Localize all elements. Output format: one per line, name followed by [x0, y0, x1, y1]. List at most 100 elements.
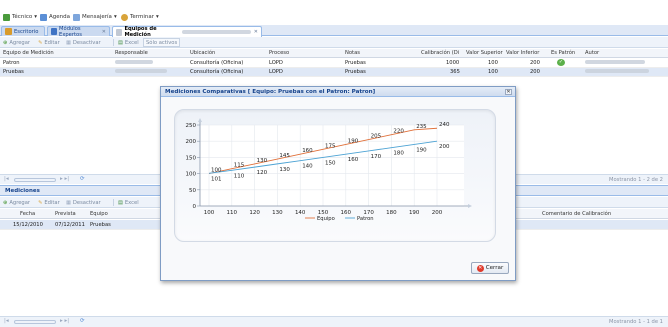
menu-agenda-label: Agenda	[49, 14, 70, 20]
data-label: 120	[257, 170, 268, 176]
edit-button[interactable]: ✎ Editar	[38, 38, 60, 47]
x-tick-label: 100	[204, 210, 215, 216]
column-header[interactable]: Responsable	[115, 50, 148, 56]
page-slider[interactable]	[14, 178, 56, 182]
grid-toolbar: ⊕ Agregar ✎ Editar ▦ Desactivar ▤ Excel …	[0, 37, 668, 48]
tab-equipos-medicion[interactable]: Equipos de Medición ✕	[112, 26, 262, 38]
menu-tecnico[interactable]: Técnico ▾	[3, 12, 37, 22]
cell-inferior: 200	[530, 60, 540, 66]
deactivate-button[interactable]: ▦ Desactivar	[66, 198, 101, 207]
x-tick-label: 140	[295, 210, 306, 216]
cell-inferior: 200	[530, 69, 540, 75]
data-label: 190	[416, 147, 427, 153]
data-label: 180	[393, 151, 404, 157]
menu-mensajeria[interactable]: Mensajería ▾	[73, 12, 117, 22]
data-label: 235	[416, 124, 427, 130]
excel-button[interactable]: ▤ Excel	[118, 198, 139, 207]
data-label: 130	[257, 158, 268, 164]
blurred-text	[585, 60, 645, 64]
edit-label: Editar	[44, 199, 60, 206]
y-tick-label: 100	[186, 172, 197, 178]
column-header[interactable]: Equipo	[90, 211, 108, 217]
check-icon: ✓	[557, 59, 565, 66]
refresh-icon[interactable]: ⟳	[80, 318, 85, 324]
cell-autor	[585, 60, 645, 66]
column-header[interactable]: Valor Superior	[466, 50, 503, 56]
column-header[interactable]: Autor	[585, 50, 599, 56]
cell-superior: 100	[488, 69, 498, 75]
column-header[interactable]: Calibración (Di	[421, 50, 459, 56]
table-row[interactable]: Pruebas Consultoría (Oficina) LOPD Prueb…	[0, 68, 668, 77]
column-header[interactable]: Ubicación	[190, 50, 215, 56]
next-page-icon[interactable]: ▸ ▸|	[60, 176, 69, 182]
x-axis-arrow	[468, 204, 472, 208]
menu-terminar[interactable]: Terminar ▾	[121, 12, 159, 22]
add-button[interactable]: ⊕ Agregar	[3, 38, 30, 47]
deactivate-label: Desactivar	[72, 39, 101, 46]
column-header[interactable]: Fecha	[20, 211, 35, 217]
close-button[interactable]: ✕ Cerrar	[471, 262, 509, 274]
toolbar-separator	[113, 39, 114, 46]
column-header[interactable]: Proceso	[269, 50, 289, 56]
cell-notas: Pruebas	[345, 60, 366, 66]
deactivate-button[interactable]: ▦ Desactivar	[66, 38, 101, 47]
mediciones-pager: |◂ ▸ ▸| ⟳ Mostrando 1 - 1 de 1	[0, 316, 668, 327]
column-header[interactable]: Valor Inferior	[506, 50, 539, 56]
column-header[interactable]: Comentario de Calibración	[542, 211, 611, 217]
add-icon: ⊕	[3, 199, 8, 206]
close-icon[interactable]: ✕	[102, 29, 106, 35]
data-label: 160	[302, 148, 313, 154]
refresh-icon[interactable]: ⟳	[80, 176, 85, 182]
x-tick-label: 120	[249, 210, 260, 216]
tab-escritorio[interactable]: Escritorio	[1, 26, 45, 36]
grid-header: Equipo de Medición Responsable Ubicación…	[0, 49, 668, 58]
data-label: 190	[348, 138, 359, 144]
column-header[interactable]: Equipo de Medición	[3, 50, 54, 56]
next-page-icon[interactable]: ▸ ▸|	[60, 318, 69, 324]
first-page-icon[interactable]: |◂	[4, 176, 9, 182]
y-tick-label: 0	[193, 204, 197, 210]
top-menu-bar: Técnico ▾ Agenda Mensajería ▾ Terminar ▾	[0, 0, 668, 24]
first-page-icon[interactable]: |◂	[4, 318, 9, 324]
deactivate-icon: ▦	[66, 39, 71, 46]
column-header[interactable]: Prevista	[55, 211, 76, 217]
menu-tecnico-label: Técnico	[12, 14, 33, 20]
deactivate-label: Desactivar	[72, 199, 101, 206]
add-icon: ⊕	[3, 39, 8, 46]
comparison-chart: 0 50 100 150 200 250 100 110 120 130 140 150 160 170 1…	[186, 118, 472, 222]
toolbar-separator	[113, 199, 114, 206]
y-tick-label: 250	[186, 123, 197, 129]
data-label: 220	[393, 129, 404, 135]
only-active-toggle[interactable]: Sólo activos	[143, 38, 181, 47]
page-slider[interactable]	[14, 320, 56, 324]
cell-notas: Pruebas	[345, 69, 366, 75]
close-icon[interactable]: ✕	[254, 29, 258, 35]
legend-label: Equipo	[317, 216, 335, 222]
x-tick-label: 180	[386, 210, 397, 216]
menu-mensajeria-label: Mensajería	[82, 14, 112, 20]
menu-agenda[interactable]: Agenda	[40, 12, 70, 22]
cell-equipo: Pruebas	[90, 222, 111, 228]
pencil-icon: ✎	[38, 39, 43, 46]
cell-ubicacion: Consultoría (Oficina)	[190, 60, 244, 66]
add-button[interactable]: ⊕ Agregar	[3, 198, 30, 207]
edit-button[interactable]: ✎ Editar	[38, 198, 60, 207]
y-tick-label: 50	[189, 188, 196, 194]
blurred-text	[585, 69, 649, 73]
chevron-down-icon: ▾	[34, 14, 38, 20]
excel-label: Excel	[124, 39, 139, 46]
deactivate-icon: ▦	[66, 199, 71, 206]
column-header[interactable]: Notas	[345, 50, 360, 56]
column-header[interactable]: Es Patrón	[551, 50, 575, 56]
tab-label: Módulos Expertos	[59, 25, 82, 38]
data-label: 200	[439, 144, 450, 150]
cell-calibracion: 1000	[446, 60, 460, 66]
table-row[interactable]: Patron Consultoría (Oficina) LOPD Prueba…	[0, 59, 668, 68]
equipment-icon	[116, 28, 123, 36]
excel-button[interactable]: ▤ Excel	[118, 38, 139, 47]
cell-proceso: LOPD	[269, 60, 283, 66]
close-icon[interactable]: ✕	[505, 89, 512, 95]
tab-modulos-expertos[interactable]: Módulos Expertos ✕	[47, 25, 110, 38]
cell-superior: 100	[488, 60, 498, 66]
data-label: 150	[325, 160, 336, 166]
